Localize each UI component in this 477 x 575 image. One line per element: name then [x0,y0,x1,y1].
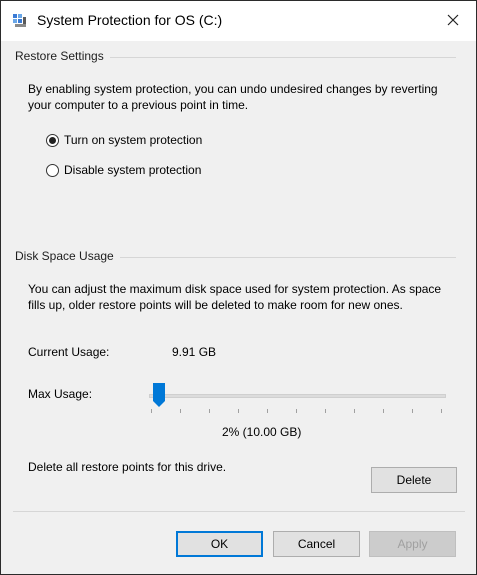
cancel-button[interactable]: Cancel [273,531,360,557]
close-button[interactable] [430,1,476,41]
turn-on-protection-radio[interactable]: Turn on system protection [46,133,202,147]
max-usage-readout: 2% (10.00 GB) [222,425,302,439]
radio-button-unchecked[interactable] [46,163,59,177]
slider-tick [296,409,297,413]
max-usage-label: Max Usage: [28,387,93,401]
current-usage-label: Current Usage: [28,345,110,359]
slider-tick [354,409,355,413]
slider-tick [412,409,413,413]
slider-tick [441,409,442,413]
slider-tick [383,409,384,413]
slider-tick [151,409,152,413]
max-usage-slider-thumb[interactable] [152,383,165,407]
disk-space-description: You can adjust the maximum disk space us… [28,282,442,312]
max-usage-slider-track[interactable] [149,394,446,398]
restore-settings-heading: Restore Settings [15,49,110,63]
disk-space-heading: Disk Space Usage [15,249,120,263]
radio-button-checked[interactable] [46,133,59,147]
close-icon [447,14,459,29]
delete-restore-points-text: Delete all restore points for this drive… [28,460,227,474]
delete-button[interactable]: Delete [371,467,457,493]
turn-on-protection-label: Turn on system protection [64,133,203,147]
restore-settings-description: By enabling system protection, you can u… [28,82,438,112]
slider-tick [180,409,181,413]
slider-tick [325,409,326,413]
window-title: System Protection for OS (C:) [37,12,223,28]
ok-button[interactable]: OK [176,531,263,557]
slider-tick [209,409,210,413]
slider-tick [267,409,268,413]
disable-protection-label: Disable system protection [64,163,202,177]
current-usage-value: 9.91 GB [172,345,217,359]
system-protection-icon [12,13,28,29]
title-bar: System Protection for OS (C:) [1,1,476,41]
footer-divider [13,511,465,512]
system-protection-dialog: System Protection for OS (C:) Restore Se… [0,0,477,575]
disable-protection-radio[interactable]: Disable system protection [46,163,201,177]
apply-button[interactable]: Apply [369,531,456,557]
slider-tick [238,409,239,413]
